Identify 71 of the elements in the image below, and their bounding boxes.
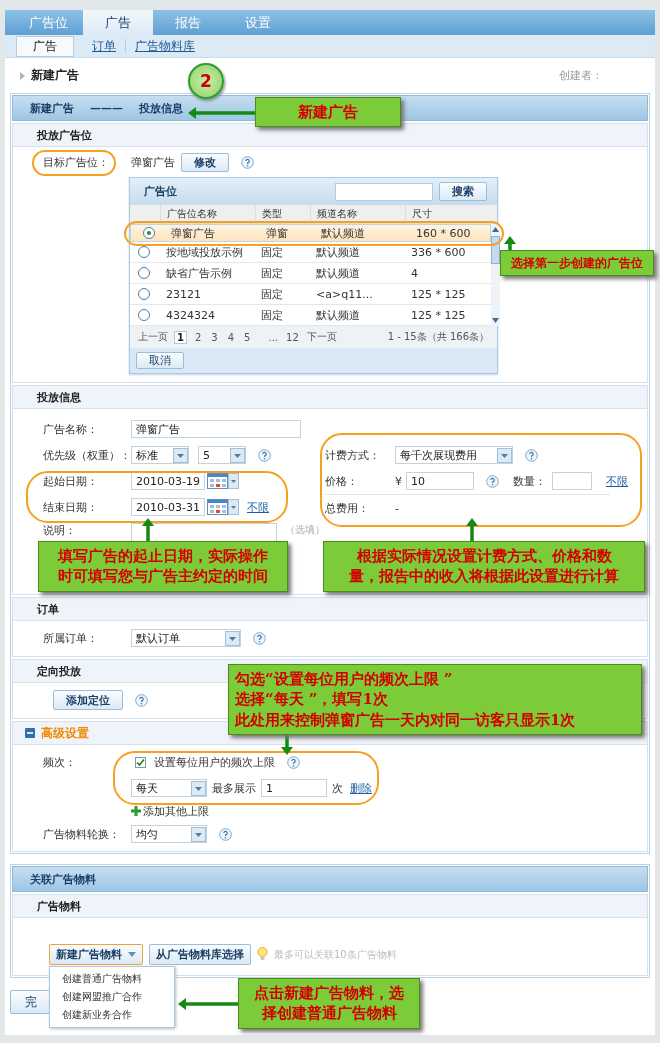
creator-label: 创建者： [559, 68, 603, 83]
field-value: 弹窗广告 [131, 154, 175, 170]
callout-text: 新建广告 [298, 102, 358, 123]
callout-text: 时可填写您与广告主约定的时间 [58, 566, 268, 587]
table-cell: 默认频道 [316, 265, 360, 281]
column-header: 尺寸 [412, 207, 432, 221]
table-cell: 默认频道 [316, 307, 360, 323]
table-cell: 125 * 125 [411, 308, 466, 322]
callout-text: 择创建普通广告物料 [261, 1003, 397, 1024]
table-cell: 按地域投放示例 [166, 244, 243, 260]
table-cell: 默认频道 [316, 244, 360, 260]
table-cell: 固定 [261, 307, 283, 323]
field-label: 优先级（权重）： [43, 447, 131, 463]
callout-text: 点击新建广告物料，选 [254, 983, 404, 1004]
callout-text: 填写广告的起止日期，实际操作 [58, 546, 268, 567]
field-label: 说明： [43, 523, 77, 538]
column-header: 频道名称 [317, 207, 357, 221]
callout-text: 根据实际情况设置计费方式、价格和数 [356, 546, 612, 567]
field-label: 价格： [325, 473, 359, 489]
page-ellipsis: ... [268, 331, 278, 343]
column-header: 类型 [262, 207, 282, 221]
table-cell: 固定 [261, 244, 283, 260]
section-title: 订单 [37, 601, 59, 617]
table-cell: 弹窗广告 [171, 225, 215, 241]
table-cell: 固定 [261, 265, 283, 281]
section-title: 投放广告位 [37, 127, 92, 143]
callout-text: 选择第一步创建的广告位 [511, 255, 643, 272]
callout-text: 此处用来控制弹窗广告一天内对同一访客只显示1次 [235, 709, 576, 730]
table-cell: 4 [411, 266, 418, 280]
breadcrumb-text: ——— [90, 101, 123, 115]
table-cell: 160 * 600 [416, 226, 471, 240]
section-title: 定向投放 [37, 663, 81, 679]
breadcrumb-text: 投放信息 [139, 100, 183, 116]
field-label: 计费方式： [325, 447, 381, 463]
field-label: 目标广告位： [43, 155, 109, 169]
field-label: 结束日期： [43, 499, 99, 515]
hint-text: 最多可以关联10条广告物料 [274, 947, 397, 962]
field-label: 广告名称： [43, 421, 99, 437]
table-cell: 固定 [261, 286, 283, 302]
callout-text: 选择“每天 ”，填写1次 [235, 689, 388, 710]
table-cell: 125 * 125 [411, 287, 466, 301]
picker-title: 广告位 [144, 184, 177, 199]
callout-text: 量，报告中的收入将根据此设置进行计算 [349, 566, 619, 587]
field-label: 总费用： [325, 500, 370, 516]
callout-text: 勾选“设置每位用户的频次上限 ” [235, 669, 453, 690]
field-label: 频次： [43, 754, 77, 770]
field-label: 所属订单： [43, 630, 99, 646]
field-label: 起始日期： [43, 473, 99, 489]
column-header: 广告位名称 [167, 207, 217, 221]
section-title: 广告物料 [37, 898, 81, 914]
section-title: 投放信息 [37, 389, 81, 405]
pagination-summary: 1 - 15条（共 166条） [387, 330, 489, 344]
table-cell: 缺省广告示例 [166, 265, 232, 281]
currency-symbol: ¥ [395, 474, 402, 488]
unit-label: 次 [332, 780, 343, 796]
page-title: 新建广告 [31, 67, 79, 84]
field-label: 最多展示 [212, 780, 256, 796]
total-value: - [395, 501, 399, 515]
section-title: 高级设置 [41, 724, 89, 742]
checkbox-label: 设置每位用户的频次上限 [154, 754, 275, 770]
breadcrumb-text: 新建广告 [30, 100, 74, 116]
panel-title: 关联广告物料 [30, 871, 96, 887]
table-cell: 23121 [166, 287, 201, 301]
table-cell: 默认频道 [321, 225, 365, 241]
field-label: 数量： [513, 473, 546, 489]
table-cell: 4324324 [166, 308, 215, 322]
table-cell: <a>q11... [316, 287, 373, 301]
field-label: 广告物料轮换： [43, 826, 121, 842]
optional-hint: （选填） [285, 523, 325, 537]
table-cell: 弹窗 [266, 225, 288, 241]
table-cell: 336 * 600 [411, 245, 466, 259]
